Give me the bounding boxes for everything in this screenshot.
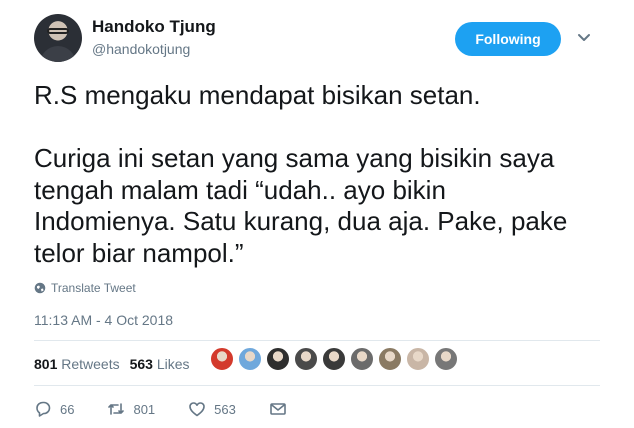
author-avatar[interactable]	[34, 14, 82, 62]
avatar-glasses	[47, 28, 69, 34]
retweet-count: 801	[133, 401, 156, 417]
likes-label: Likes	[156, 356, 190, 372]
retweets-stat[interactable]: 801 Retweets	[34, 356, 120, 372]
like-button[interactable]: 563	[188, 400, 236, 418]
divider-top	[34, 340, 600, 341]
envelope-icon	[270, 403, 286, 415]
chevron-down-icon[interactable]	[575, 30, 593, 46]
tweet-card: Handoko Tjung @handokotjung Following R.…	[0, 0, 634, 428]
engagement-stats: 801 Retweets 563 Likes	[34, 356, 190, 372]
following-button[interactable]: Following	[455, 22, 561, 56]
likes-count: 563	[129, 356, 153, 372]
liker-avatar[interactable]	[322, 347, 346, 371]
direct-message-button[interactable]	[269, 400, 287, 418]
liker-avatar[interactable]	[210, 347, 234, 371]
translate-label: Translate Tweet	[51, 281, 136, 295]
tweet-text: R.S mengaku mendapat bisikan setan. Curi…	[34, 80, 568, 268]
retweet-button[interactable]: 801	[107, 400, 155, 418]
tweet-timestamp[interactable]: 11:13 AM - 4 Oct 2018	[34, 312, 173, 328]
like-count: 563	[214, 401, 236, 417]
liker-avatar[interactable]	[350, 347, 374, 371]
liker-avatar[interactable]	[266, 347, 290, 371]
liker-avatar[interactable]	[238, 347, 262, 371]
heart-icon	[189, 402, 205, 417]
liker-avatar[interactable]	[434, 347, 458, 371]
liker-avatars	[210, 347, 458, 371]
reply-count: 66	[60, 401, 75, 417]
likes-stat[interactable]: 563 Likes	[130, 356, 190, 372]
liker-avatar[interactable]	[406, 347, 430, 371]
liker-avatar[interactable]	[378, 347, 402, 371]
translate-tweet-link[interactable]: Translate Tweet	[34, 281, 136, 295]
divider-bottom	[34, 385, 600, 386]
author-name[interactable]: Handoko Tjung	[92, 17, 216, 37]
author-handle[interactable]: @handokotjung	[92, 41, 190, 57]
reply-icon	[36, 401, 51, 417]
tweet-actions: 66 801 563	[34, 400, 287, 418]
liker-avatar[interactable]	[294, 347, 318, 371]
retweet-icon	[108, 403, 125, 415]
globe-icon	[34, 282, 46, 294]
retweets-count: 801	[34, 356, 58, 372]
reply-button[interactable]: 66	[34, 400, 74, 418]
retweets-label: Retweets	[61, 356, 120, 372]
avatar-shirt	[40, 46, 76, 62]
